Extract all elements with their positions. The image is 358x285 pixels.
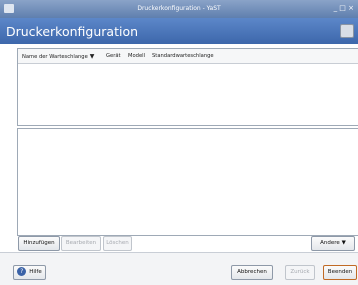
window-title: Druckerkonfiguration - YaST: [137, 5, 221, 12]
chevron-down-icon: ▼: [341, 240, 346, 246]
details-panel: [17, 128, 358, 236]
cancel-button[interactable]: Abbrechen: [231, 265, 273, 280]
help-icon: ?: [17, 267, 27, 276]
page-title: Druckerkonfiguration: [6, 24, 139, 39]
edit-button[interactable]: Bearbeiten: [61, 236, 101, 251]
back-button[interactable]: Zurück: [285, 265, 315, 280]
help-button[interactable]: ? Hilfe: [13, 265, 46, 280]
column-header-queue-name[interactable]: Name der Warteschlange ▼: [22, 53, 94, 60]
chevron-down-icon: ▼: [89, 53, 95, 60]
button-bar: ? Hilfe Abbrechen Zurück Beenden: [0, 253, 358, 285]
page-header: Druckerkonfiguration: [0, 18, 358, 44]
column-header-default-queue[interactable]: Standardwarteschlange: [152, 53, 214, 59]
window-titlebar: Druckerkonfiguration - YaST _ □ ×: [0, 0, 358, 18]
finish-button[interactable]: Beenden: [323, 265, 357, 280]
add-button[interactable]: Hinzufügen: [18, 236, 60, 251]
column-header-device[interactable]: Gerät: [106, 53, 121, 59]
table-header: Name der Warteschlange ▼ Gerät Modell Sta…: [18, 49, 358, 64]
delete-button[interactable]: Löschen: [103, 236, 132, 251]
printer-icon: [340, 24, 354, 38]
column-header-model[interactable]: Modell: [128, 53, 145, 59]
queue-table[interactable]: Name der Warteschlange ▼ Gerät Modell Sta…: [17, 48, 358, 126]
window-controls[interactable]: _ □ ×: [334, 4, 354, 12]
other-button[interactable]: Andere ▼: [311, 236, 355, 251]
